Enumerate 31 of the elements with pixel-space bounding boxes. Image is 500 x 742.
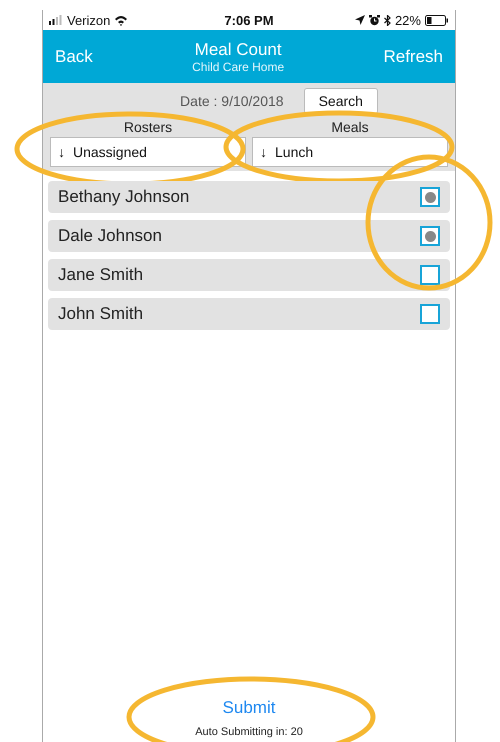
battery-icon: [424, 14, 449, 26]
dropdown-label: Meals: [331, 119, 369, 135]
screen-title: Meal Count: [194, 40, 282, 60]
person-name: John Smith: [58, 304, 144, 324]
alarm-icon: [368, 14, 380, 26]
search-button[interactable]: Search: [304, 88, 378, 114]
dropdown[interactable]: ↓ Lunch: [252, 137, 448, 167]
wifi-icon: [114, 14, 128, 26]
auto-submit-note: Auto Submitting in: 20: [195, 726, 303, 738]
screen-subtitle: Child Care Home: [192, 60, 284, 74]
dropdown-label: Rosters: [124, 119, 172, 135]
list-row[interactable]: Dale Johnson: [48, 220, 450, 252]
person-name: Bethany Johnson: [58, 187, 190, 207]
checkbox[interactable]: [420, 265, 440, 285]
location-icon: [354, 15, 365, 25]
list-row[interactable]: Jane Smith: [48, 259, 450, 291]
checkbox[interactable]: [420, 187, 440, 207]
checkbox[interactable]: [420, 226, 440, 246]
checkbox[interactable]: [420, 304, 440, 324]
status-time: 7:06 PM: [224, 12, 274, 28]
person-name: Jane Smith: [58, 265, 144, 285]
dropdown[interactable]: ↓ Unassigned: [50, 137, 246, 167]
person-name: Dale Johnson: [58, 226, 162, 246]
list-row[interactable]: Bethany Johnson: [48, 181, 450, 213]
bluetooth-icon: [384, 14, 391, 26]
battery-percent: 22%: [394, 12, 421, 28]
submit-button[interactable]: Submit: [222, 698, 276, 718]
date-label: Date : 9/10/2018: [180, 93, 284, 109]
signal-icon: [49, 15, 63, 25]
list-row[interactable]: John Smith: [48, 298, 450, 330]
carrier-name: Verizon: [67, 12, 110, 28]
